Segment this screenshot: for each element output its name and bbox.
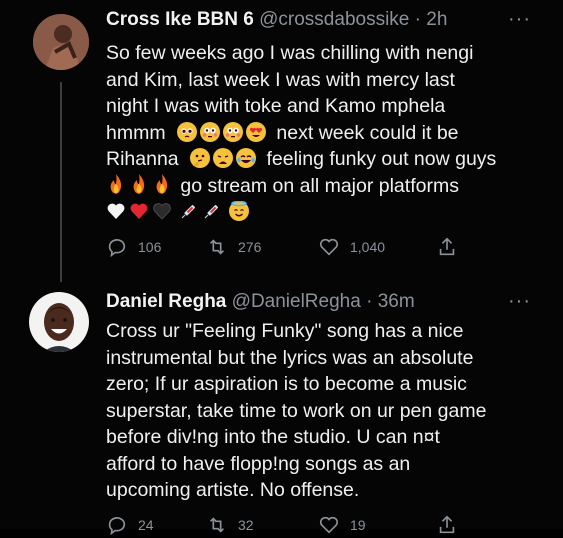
retweet-count: 32 (238, 517, 254, 533)
text-line: before div!ng into the studio. U can n¤t (106, 426, 440, 448)
text-line: So few weeks ago I was chilling with nen… (106, 42, 474, 64)
tweet-text: So few weeks ago I was chilling with nen… (106, 40, 536, 226)
syringe-icon (179, 201, 199, 221)
avatar-image (33, 14, 89, 70)
reply-icon (108, 239, 126, 258)
share-button[interactable] (436, 236, 458, 258)
text-line: Cross ur "Feeling Funky" song has a nice (106, 320, 464, 342)
display-name[interactable]: Daniel Regha (106, 291, 226, 312)
more-options-icon[interactable]: ··· (508, 8, 531, 31)
reply-button[interactable]: 24 (106, 514, 154, 536)
text-line: hmmm next week could it be (106, 120, 536, 147)
weary-face-icon (213, 148, 234, 168)
like-count: 1,040 (350, 239, 386, 255)
text-line: upcoming artiste. No offense. (106, 479, 360, 501)
display-name[interactable]: Cross Ike BBN 6 (106, 9, 254, 30)
tears-of-joy-face-icon (236, 148, 257, 168)
text-line: zero; If ur aspiration is to become a mu… (106, 373, 467, 395)
text-line: instrumental but the lyrics was an absol… (106, 346, 474, 369)
tweet-thread: Cross Ike BBN 6 @crossdabossike · 2h ···… (0, 0, 563, 536)
heart-icon (319, 516, 339, 534)
text-line: go stream on all major platforms (106, 173, 536, 200)
retweet-button[interactable]: 276 (206, 236, 261, 258)
timestamp[interactable]: 2h (426, 9, 447, 30)
separator: · (366, 291, 373, 312)
tweet-header: Cross Ike BBN 6 @crossdabossike · 2h (106, 9, 447, 31)
heart-icon (319, 238, 339, 256)
tweet-text: Cross ur "Feeling Funky" song has a nice… (106, 318, 536, 504)
red-heart-icon (129, 201, 149, 221)
text-segment: feeling funky out now guys (266, 148, 497, 170)
text-segment: go stream on all major platforms (180, 174, 459, 197)
share-icon (439, 237, 455, 256)
separator: · (414, 9, 421, 30)
more-options-icon[interactable]: ··· (508, 290, 531, 313)
text-line: Rihanna feeling funky out now guys (106, 146, 536, 173)
handle[interactable]: @DanielRegha (232, 291, 361, 312)
flushed-face-icon (200, 121, 220, 142)
text-segment: Rihanna (106, 148, 179, 170)
reply-button[interactable]: 106 (106, 236, 161, 258)
reply-count: 106 (138, 239, 162, 255)
emoji-line (106, 199, 536, 226)
reply-icon (108, 517, 126, 536)
reply-count: 24 (138, 517, 154, 533)
avatar-image (29, 292, 89, 352)
like-button[interactable]: 19 (318, 514, 366, 536)
share-button[interactable] (436, 514, 458, 536)
pleading-face-icon (177, 121, 197, 142)
text-segment: next week could it be (276, 121, 459, 144)
handle[interactable]: @crossdabossike (259, 9, 409, 30)
retweet-icon (209, 239, 225, 255)
tweet-actions: 24 32 19 (106, 514, 506, 538)
text-line: and Kim, last week I was with mercy last (106, 68, 455, 91)
text-line: afford to have flopp!ng songs as an (106, 452, 411, 475)
share-icon (439, 515, 455, 534)
flushed-face-icon (223, 121, 243, 142)
text-line: superstar, take time to work on ur pen g… (106, 399, 487, 422)
fire-icon (152, 173, 172, 194)
thread-line (60, 82, 62, 282)
like-button[interactable]: 1,040 (318, 236, 385, 258)
tweet-header: Daniel Regha @DanielRegha · 36m (106, 291, 415, 313)
fire-icon (129, 173, 149, 194)
timestamp[interactable]: 36m (378, 291, 415, 312)
tweet-actions: 106 276 1,040 (106, 236, 506, 260)
retweet-icon (209, 517, 225, 533)
retweet-button[interactable]: 32 (206, 514, 254, 536)
black-heart-icon (152, 201, 172, 221)
text-segment: hmmm (106, 121, 166, 144)
text-line: night I was with toke and Kamo mphela (106, 95, 446, 117)
avatar[interactable] (33, 14, 89, 70)
retweet-count: 276 (238, 239, 262, 255)
fire-icon (106, 173, 126, 194)
heart-eyes-face-icon (246, 121, 266, 142)
white-heart-icon (106, 201, 126, 221)
thinking-face-icon (190, 148, 211, 168)
smiling-face-with-halo-icon (229, 200, 249, 221)
syringe-icon (202, 201, 222, 221)
avatar[interactable] (29, 292, 89, 352)
like-count: 19 (350, 517, 366, 533)
